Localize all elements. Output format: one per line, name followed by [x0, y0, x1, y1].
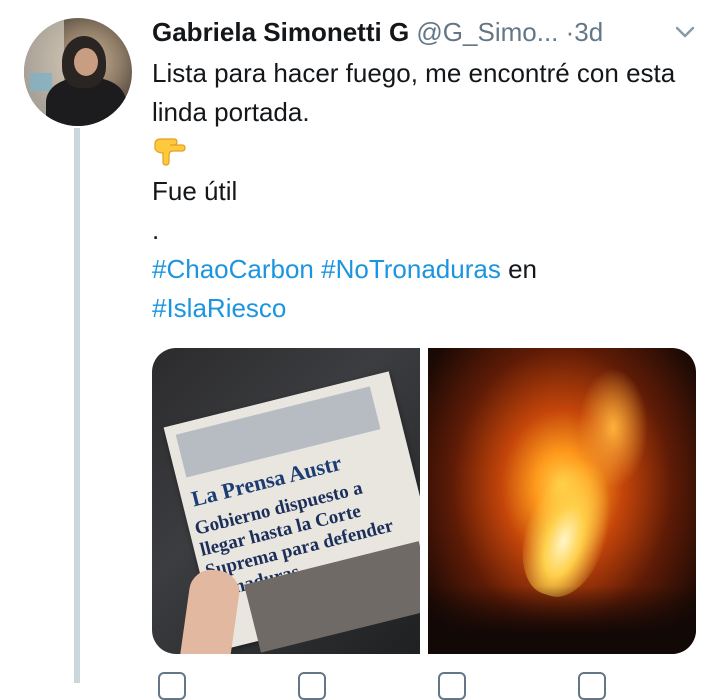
author-name[interactable]: Gabriela Simonetti G [152, 17, 409, 47]
separator-dot: · [565, 17, 575, 47]
newspaper-photo[interactable]: La Prensa Austr Gobierno dispuesto a lle… [152, 348, 420, 654]
tweet-text-connector: en [508, 254, 537, 284]
pointing-down-hand-icon [154, 138, 186, 166]
author-handle[interactable]: @G_Simo... [416, 17, 558, 47]
tweet-text-line: Fue útil [152, 176, 238, 206]
thread-line [74, 128, 80, 683]
author-avatar[interactable] [24, 18, 132, 126]
tweet-text-line: . [152, 215, 160, 245]
stove-floor [428, 586, 696, 654]
share-icon[interactable] [578, 672, 606, 700]
tweet-text-line: Lista para hacer fuego, me encontré con … [152, 58, 676, 127]
hashtag-link[interactable]: #ChaoCarbon [152, 254, 314, 284]
like-icon[interactable] [438, 672, 466, 700]
reply-icon[interactable] [158, 672, 186, 700]
hashtag-link[interactable]: #IslaRiesco [152, 293, 286, 323]
tweet-media: La Prensa Austr Gobierno dispuesto a lle… [152, 348, 696, 654]
fire-photo[interactable] [428, 348, 696, 654]
hashtag-link[interactable]: #NoTronaduras [321, 254, 501, 284]
tweet-actions [152, 672, 712, 700]
chevron-down-icon[interactable] [674, 24, 696, 40]
avatar-background-detail [30, 73, 52, 91]
retweet-icon[interactable] [298, 672, 326, 700]
tweet-emoji-line [152, 132, 692, 172]
tweet-header: Gabriela Simonetti G @G_Simo... ·3d [152, 14, 696, 50]
tweet-hashtag-line: #IslaRiesco [152, 289, 692, 328]
avatar-figure-face [74, 48, 98, 76]
tweet-time[interactable]: 3d [574, 17, 603, 47]
tweet-text: Lista para hacer fuego, me encontré con … [152, 54, 692, 328]
tweet-hashtag-line: #ChaoCarbon #NoTronaduras en [152, 250, 692, 289]
